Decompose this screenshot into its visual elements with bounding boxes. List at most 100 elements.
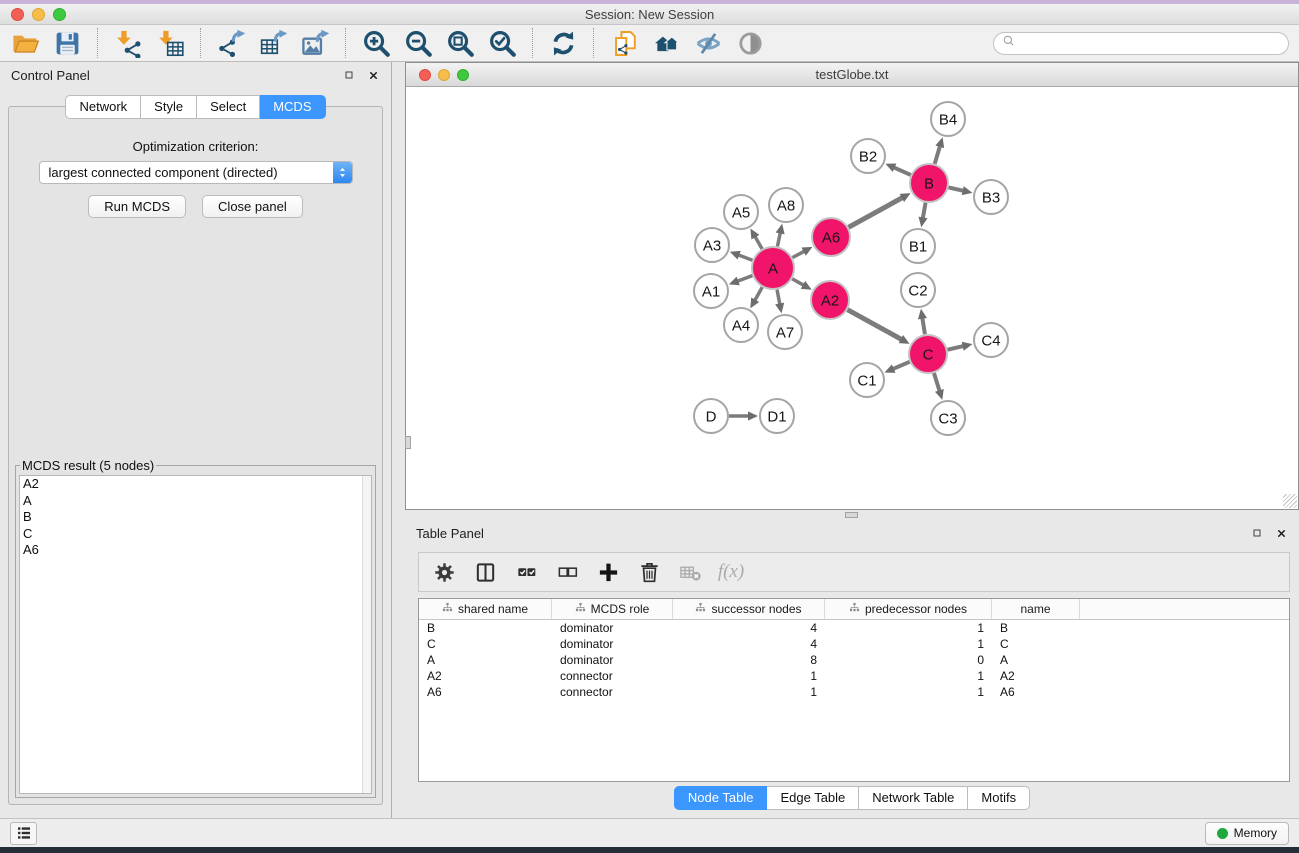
close-panel-icon[interactable]	[1274, 526, 1288, 540]
task-history-button[interactable]	[10, 822, 37, 845]
export-image-button[interactable]	[298, 27, 332, 59]
import-network-button[interactable]	[111, 27, 145, 59]
tab-select[interactable]: Select	[197, 95, 260, 119]
graph-node-C4[interactable]: C4	[974, 323, 1008, 357]
column-header-shared-name[interactable]: shared name	[419, 599, 552, 619]
column-header-successor-nodes[interactable]: successor nodes	[673, 599, 825, 619]
open-folder-button[interactable]	[8, 27, 42, 59]
network-window-titlebar[interactable]: testGlobe.txt	[406, 63, 1298, 87]
vertical-splitter-handle[interactable]	[405, 436, 411, 449]
gear-button[interactable]	[431, 559, 457, 585]
zoom-out-button[interactable]	[401, 27, 435, 59]
zoom-selected-button[interactable]	[485, 27, 519, 59]
hide-graphics-button[interactable]	[691, 27, 725, 59]
column-header-predecessor-nodes[interactable]: predecessor nodes	[825, 599, 992, 619]
horizontal-splitter-handle[interactable]	[845, 512, 858, 518]
refresh-button[interactable]	[546, 27, 580, 59]
network-canvas[interactable]: A A1 A2 A3 A4 A5 A6 A7 A8 B B1 B2 B3 B4 C C1 C2 C3 C4 D D1	[406, 87, 1298, 509]
result-list-item[interactable]: B	[20, 509, 371, 526]
graph-node-A[interactable]: A	[752, 247, 794, 289]
float-panel-icon[interactable]	[1250, 526, 1264, 540]
minimize-window-button[interactable]	[32, 8, 45, 21]
table-row[interactable]: A2connector11A2	[419, 668, 1289, 684]
graph-node-D[interactable]: D	[694, 399, 728, 433]
network-maximize-button[interactable]	[457, 69, 469, 81]
result-list-item[interactable]: C	[20, 526, 371, 543]
deselect-all-icon	[556, 561, 579, 584]
graph-node-B2[interactable]: B2	[851, 139, 885, 173]
zoom-fit-button[interactable]	[443, 27, 477, 59]
float-panel-icon[interactable]	[342, 68, 356, 82]
graph-node-B1[interactable]: B1	[901, 229, 935, 263]
network-window[interactable]: testGlobe.txt A A1 A2 A3 A4 A5 A6 A7 A8 B B1 B2 B3 B4…	[405, 62, 1299, 510]
result-list-scrollbar[interactable]	[362, 476, 371, 793]
tab-network[interactable]: Network	[65, 95, 141, 119]
graph-node-label: D	[706, 408, 717, 425]
graph-node-B4[interactable]: B4	[931, 102, 965, 136]
home-button[interactable]	[649, 27, 683, 59]
table-row[interactable]: Cdominator41C	[419, 636, 1289, 652]
graph-node-A1[interactable]: A1	[694, 274, 728, 308]
resize-grip-icon[interactable]	[1283, 494, 1297, 508]
deselect-all-button[interactable]	[554, 559, 580, 585]
search-box[interactable]	[993, 32, 1289, 55]
criterion-select[interactable]: largest connected component (directed)	[39, 161, 353, 184]
column-header-mcds-role[interactable]: MCDS role	[552, 599, 673, 619]
graph-node-B[interactable]: B	[910, 164, 948, 202]
zoom-in-button[interactable]	[359, 27, 393, 59]
result-list-item[interactable]: A6	[20, 542, 371, 559]
graph-node-D1[interactable]: D1	[760, 399, 794, 433]
close-window-button[interactable]	[11, 8, 24, 21]
delete-row-button[interactable]	[636, 559, 662, 585]
run-mcds-button[interactable]: Run MCDS	[88, 195, 186, 218]
header-filler	[1080, 599, 1289, 619]
memory-button[interactable]: Memory	[1205, 822, 1289, 845]
graph-edge-C-C4	[948, 346, 965, 350]
save-button[interactable]	[50, 27, 84, 59]
columns-button[interactable]	[472, 559, 498, 585]
app-title: Session: New Session	[585, 7, 714, 22]
toolbar-separator	[532, 28, 533, 58]
export-network-button[interactable]	[214, 27, 248, 59]
tab-edge-table[interactable]: Edge Table	[767, 786, 859, 810]
app-titlebar[interactable]: Session: New Session	[0, 4, 1299, 25]
graph-node-A7[interactable]: A7	[768, 315, 802, 349]
graph-node-B3[interactable]: B3	[974, 180, 1008, 214]
tab-node-table[interactable]: Node Table	[674, 786, 768, 810]
result-list-item[interactable]: A	[20, 493, 371, 510]
graphics-details-button[interactable]	[733, 27, 767, 59]
table-row[interactable]: A6connector11A6	[419, 684, 1289, 700]
result-list-item[interactable]: A2	[20, 476, 371, 493]
tab-network-table[interactable]: Network Table	[859, 786, 968, 810]
network-minimize-button[interactable]	[438, 69, 450, 81]
column-header-name[interactable]: name	[992, 599, 1080, 619]
graph-node-C1[interactable]: C1	[850, 363, 884, 397]
status-bar: Memory	[0, 818, 1299, 847]
graph-node-A2[interactable]: A2	[811, 281, 849, 319]
add-row-button[interactable]	[595, 559, 621, 585]
maximize-window-button[interactable]	[53, 8, 66, 21]
tab-mcds[interactable]: MCDS	[260, 95, 325, 119]
search-input[interactable]	[1020, 37, 1280, 51]
graphics-details-icon	[736, 29, 765, 58]
tab-style[interactable]: Style	[141, 95, 197, 119]
close-panel-button[interactable]: Close panel	[202, 195, 303, 218]
graph-node-A3[interactable]: A3	[695, 228, 729, 262]
import-table-button[interactable]	[153, 27, 187, 59]
export-table-button[interactable]	[256, 27, 290, 59]
mcds-result-list[interactable]: A2ABCA6	[19, 475, 372, 794]
close-panel-icon[interactable]	[366, 68, 380, 82]
clone-network-button[interactable]	[607, 27, 641, 59]
table-row[interactable]: Bdominator41B	[419, 620, 1289, 636]
graph-node-A6[interactable]: A6	[812, 218, 850, 256]
graph-node-A4[interactable]: A4	[724, 308, 758, 342]
graph-node-A5[interactable]: A5	[724, 195, 758, 229]
graph-node-C3[interactable]: C3	[931, 401, 965, 435]
tab-motifs[interactable]: Motifs	[968, 786, 1030, 810]
graph-node-C[interactable]: C	[909, 335, 947, 373]
graph-node-C2[interactable]: C2	[901, 273, 935, 307]
graph-node-A8[interactable]: A8	[769, 188, 803, 222]
select-all-button[interactable]	[513, 559, 539, 585]
network-close-button[interactable]	[419, 69, 431, 81]
table-row[interactable]: Adominator80A	[419, 652, 1289, 668]
